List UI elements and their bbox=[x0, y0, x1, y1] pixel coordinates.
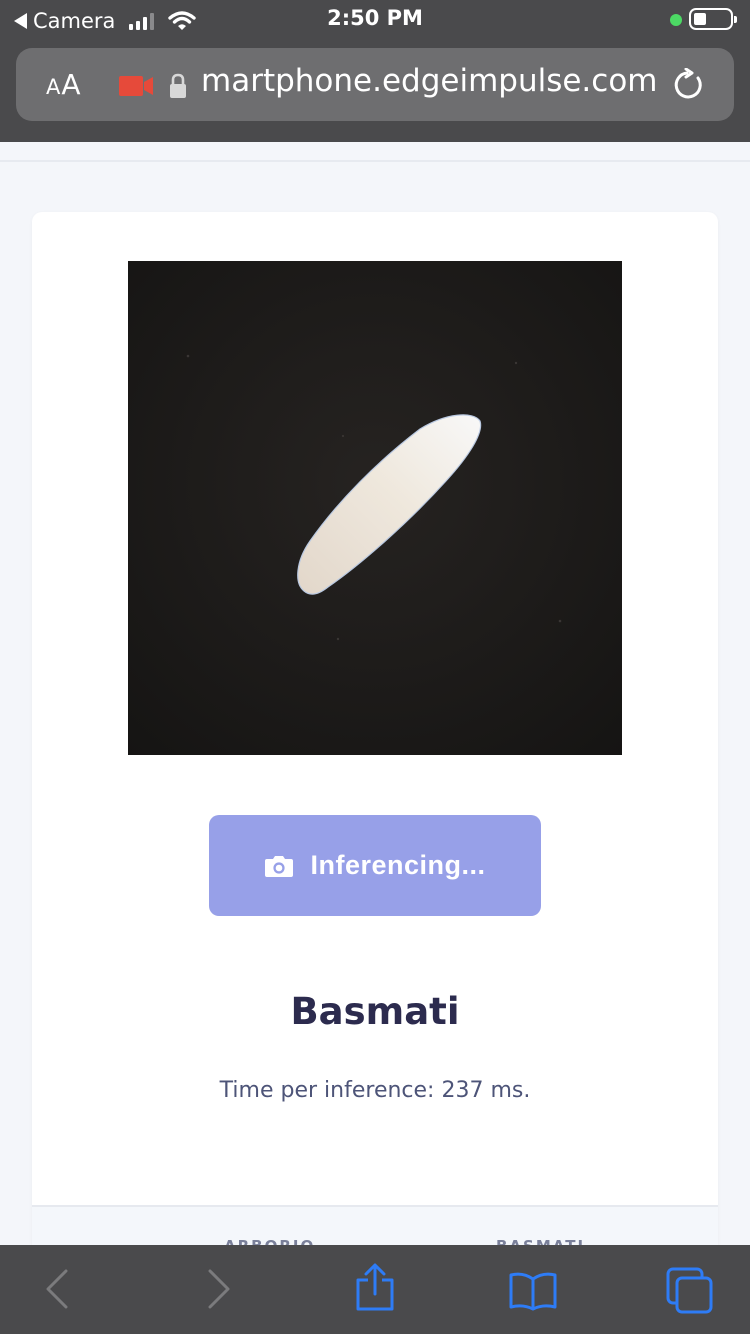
camera-preview-image bbox=[128, 261, 622, 755]
browser-toolbar bbox=[0, 1245, 750, 1334]
status-bar: Camera 2:50 PM bbox=[0, 0, 750, 40]
text-size-button[interactable]: AA bbox=[46, 68, 82, 101]
forward-chevron-icon[interactable] bbox=[206, 1267, 232, 1311]
tabs-icon[interactable] bbox=[666, 1267, 714, 1315]
inference-time: Time per inference: 237 ms. bbox=[219, 1078, 531, 1103]
privacy-indicator-dot bbox=[670, 14, 682, 26]
classification-result: Basmati bbox=[290, 990, 460, 1033]
url-text[interactable]: martphone.edgeimpulse.com bbox=[201, 63, 661, 99]
inferencing-button[interactable]: Inferencing... bbox=[209, 815, 541, 916]
browser-chrome: Camera 2:50 PM AA martphone.edgeimpulse.… bbox=[0, 0, 750, 142]
battery-icon bbox=[689, 8, 737, 30]
book-icon[interactable] bbox=[508, 1271, 558, 1311]
camera-recording-icon[interactable] bbox=[119, 76, 155, 96]
header-divider bbox=[0, 160, 750, 162]
status-time: 2:50 PM bbox=[327, 6, 423, 30]
back-chevron-icon[interactable] bbox=[44, 1267, 70, 1311]
address-bar[interactable]: AA martphone.edgeimpulse.com bbox=[16, 48, 734, 121]
inferencing-button-label: Inferencing... bbox=[310, 850, 486, 880]
camera-icon bbox=[265, 855, 294, 877]
classifier-card: Inferencing... Basmati Time per inferenc… bbox=[32, 212, 718, 1312]
reload-icon[interactable] bbox=[672, 68, 706, 102]
lock-icon bbox=[170, 73, 186, 98]
share-icon[interactable] bbox=[354, 1263, 396, 1313]
